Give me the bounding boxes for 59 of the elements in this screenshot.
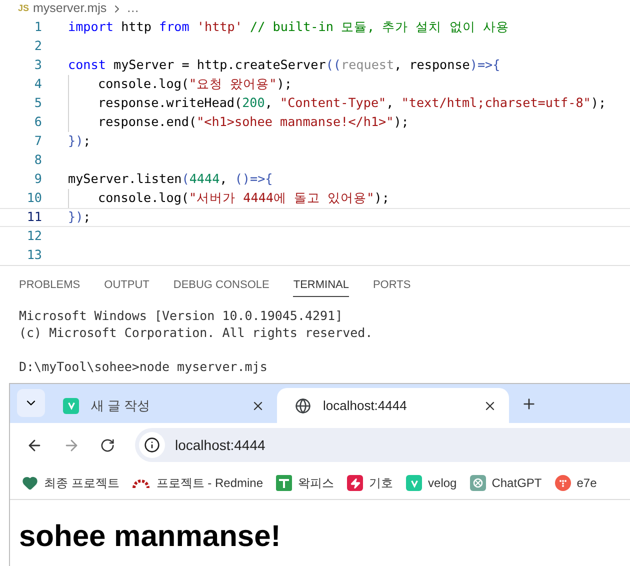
line-number: 9 xyxy=(33,170,42,188)
velog-logo-icon xyxy=(63,398,79,414)
line-number: 10 xyxy=(26,189,42,208)
info-icon[interactable] xyxy=(144,437,160,453)
code-line: myServer.listen(4444, ()=>{ xyxy=(68,170,273,188)
bookmark-link[interactable]: ChatGPT xyxy=(492,474,542,492)
browser-tab[interactable]: localhost:4444 xyxy=(277,388,509,423)
code-line: response.end("<h1>sohee manmanse!</h1>"); xyxy=(98,113,409,132)
bookmark-link[interactable]: 왁피스 xyxy=(298,474,334,492)
code-line: console.log("요청 왔어용"); xyxy=(98,75,292,94)
panel-tab[interactable]: OUTPUT xyxy=(104,277,150,297)
knot-logo-icon xyxy=(470,475,486,491)
line-number: 3 xyxy=(33,56,42,74)
line-number: 4 xyxy=(33,75,42,94)
line-number: 5 xyxy=(33,94,42,112)
terminal-line: (c) Microsoft Corporation. All rights reserved. xyxy=(19,324,374,341)
code-line: response.writeHead(200, "Content-Type", "text/html;charset=utf-8"); xyxy=(98,94,606,112)
line-number: 12 xyxy=(26,227,42,246)
terminal-line: Microsoft Windows [Version 10.0.19045.4291] xyxy=(19,307,344,324)
panel-tab[interactable]: PORTS xyxy=(372,277,411,297)
line-number: 2 xyxy=(33,37,42,56)
tab-title: 새 글 작성 xyxy=(91,396,152,415)
spreadsheet-icon xyxy=(276,475,292,491)
line-number: 11 xyxy=(26,208,42,226)
code-line: console.log("서버가 4444에 돌고 있어용"); xyxy=(98,189,390,208)
globe-icon xyxy=(295,398,311,414)
code-line: }); xyxy=(68,132,91,150)
panel-tab[interactable]: TERMINAL xyxy=(293,277,349,297)
line-number: 8 xyxy=(33,151,42,170)
address-text: localhost:4444 xyxy=(175,436,266,454)
code-line: import http from 'http' // built-in 모듈, 추가 설치 없이 사용 xyxy=(68,18,509,36)
bookmark-link[interactable]: e7e xyxy=(576,474,597,492)
new-tab-icon[interactable] xyxy=(521,396,537,412)
dots-logo-icon xyxy=(554,475,571,491)
bookmark-link[interactable]: 프로젝트 - Redmine xyxy=(156,474,264,492)
reload-icon[interactable] xyxy=(100,438,115,452)
heart-icon xyxy=(22,475,38,491)
file-type-label: JS xyxy=(18,2,30,15)
breadcrumb-file[interactable]: myserver.mjs xyxy=(33,0,107,18)
lightning-icon xyxy=(347,475,364,491)
address-bar[interactable]: localhost:4444 xyxy=(135,428,630,462)
panel-tab[interactable]: DEBUG CONSOLE xyxy=(173,277,270,297)
page-heading: sohee manmanse! xyxy=(19,519,282,555)
terminal-line: D:\myTool\sohee>node myserver.mjs xyxy=(19,358,268,375)
browser-tab[interactable]: 새 글 작성 xyxy=(45,388,277,423)
velog-logo-icon xyxy=(406,475,422,491)
bookmark-link[interactable]: 기호 xyxy=(369,474,394,492)
panel-tab[interactable]: PROBLEMS xyxy=(19,277,80,297)
bookmark-link[interactable]: velog xyxy=(428,474,457,492)
line-number: 7 xyxy=(33,132,42,150)
breadcrumb-more[interactable]: … xyxy=(126,0,140,18)
line-number: 1 xyxy=(33,18,42,36)
code-line: }); xyxy=(68,208,91,226)
line-number: 6 xyxy=(33,113,42,132)
bookmark-link[interactable]: 최종 프로젝트 xyxy=(44,474,120,492)
tab-title: localhost:4444 xyxy=(323,396,408,415)
arc-icon xyxy=(132,477,150,489)
code-line: const myServer = http.createServer((request, response)=>{ xyxy=(68,56,500,74)
line-number: 13 xyxy=(26,246,42,264)
